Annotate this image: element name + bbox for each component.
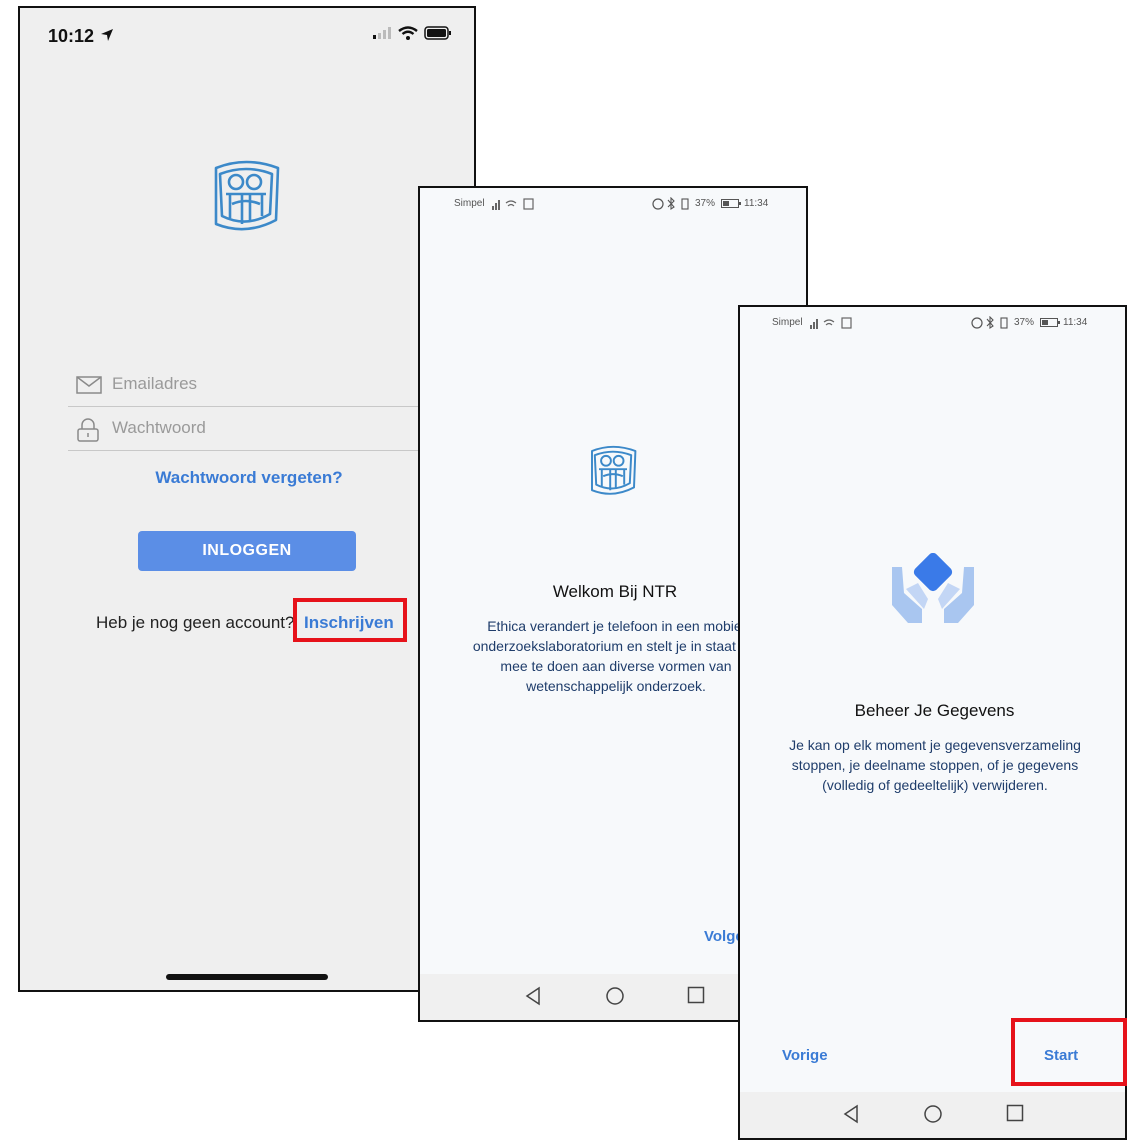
home-indicator[interactable]: [166, 974, 328, 980]
alarm-bluetooth-vibrate-icons: [652, 197, 689, 211]
data-body: Je kan op elk moment je gegevensverzamel…: [789, 737, 1081, 793]
recents-icon[interactable]: [687, 986, 705, 1004]
battery-percent: 37%: [695, 198, 716, 209]
status-time: 11:34: [1063, 317, 1088, 328]
hands-protect-icon: [892, 553, 974, 623]
previous-button[interactable]: Vorige: [782, 1047, 828, 1064]
signal-wifi-nfc-icons: [492, 198, 534, 210]
android-navbar: [740, 1092, 1125, 1138]
app-logo-icon: [591, 445, 637, 495]
android-data-screen: Simpel 37% 11:34 Beheer Je Gegevens Je k…: [738, 305, 1127, 1140]
ios-login-screen: 10:12 Emailadres Wachtwoord Wachtwoord v…: [18, 6, 476, 992]
home-icon[interactable]: [923, 1104, 943, 1124]
location-arrow-icon: [101, 29, 113, 41]
mail-icon: [76, 376, 102, 394]
status-time: 10:12: [48, 26, 95, 46]
password-field[interactable]: Wachtwoord: [68, 408, 474, 451]
back-icon[interactable]: [524, 986, 542, 1006]
status-carrier: Simpel: [772, 317, 803, 328]
start-highlight-box: [1011, 1018, 1127, 1086]
password-placeholder: Wachtwoord: [112, 418, 206, 437]
battery-icon: [721, 199, 741, 208]
data-title: Beheer Je Gegevens: [854, 701, 1015, 720]
status-carrier: Simpel: [454, 198, 485, 209]
recents-icon[interactable]: [1006, 1104, 1024, 1122]
signup-highlight-box: [293, 598, 407, 642]
signal-wifi-nfc-icons: [810, 317, 852, 329]
status-time: 11:34: [744, 198, 769, 209]
battery-icon: [1040, 318, 1060, 327]
signal-icon: [373, 27, 391, 39]
battery-icon: [424, 26, 451, 40]
forgot-password-link[interactable]: Wachtwoord vergeten?: [20, 468, 474, 488]
lock-icon: [77, 418, 99, 442]
battery-percent: 37%: [1014, 317, 1035, 328]
email-placeholder: Emailadres: [112, 374, 198, 393]
no-account-text: Heb je nog geen account?: [96, 613, 295, 632]
home-icon[interactable]: [605, 986, 625, 1006]
alarm-bluetooth-vibrate-icons: [971, 316, 1008, 330]
welcome-body: Ethica verandert je telefoon in een mobi…: [472, 618, 760, 694]
back-icon[interactable]: [842, 1104, 860, 1124]
app-logo-icon: [214, 160, 280, 231]
email-field[interactable]: Emailadres: [68, 364, 474, 407]
login-button[interactable]: INLOGGEN: [138, 531, 356, 571]
status-icons: [372, 26, 452, 40]
wifi-icon: [398, 26, 418, 40]
